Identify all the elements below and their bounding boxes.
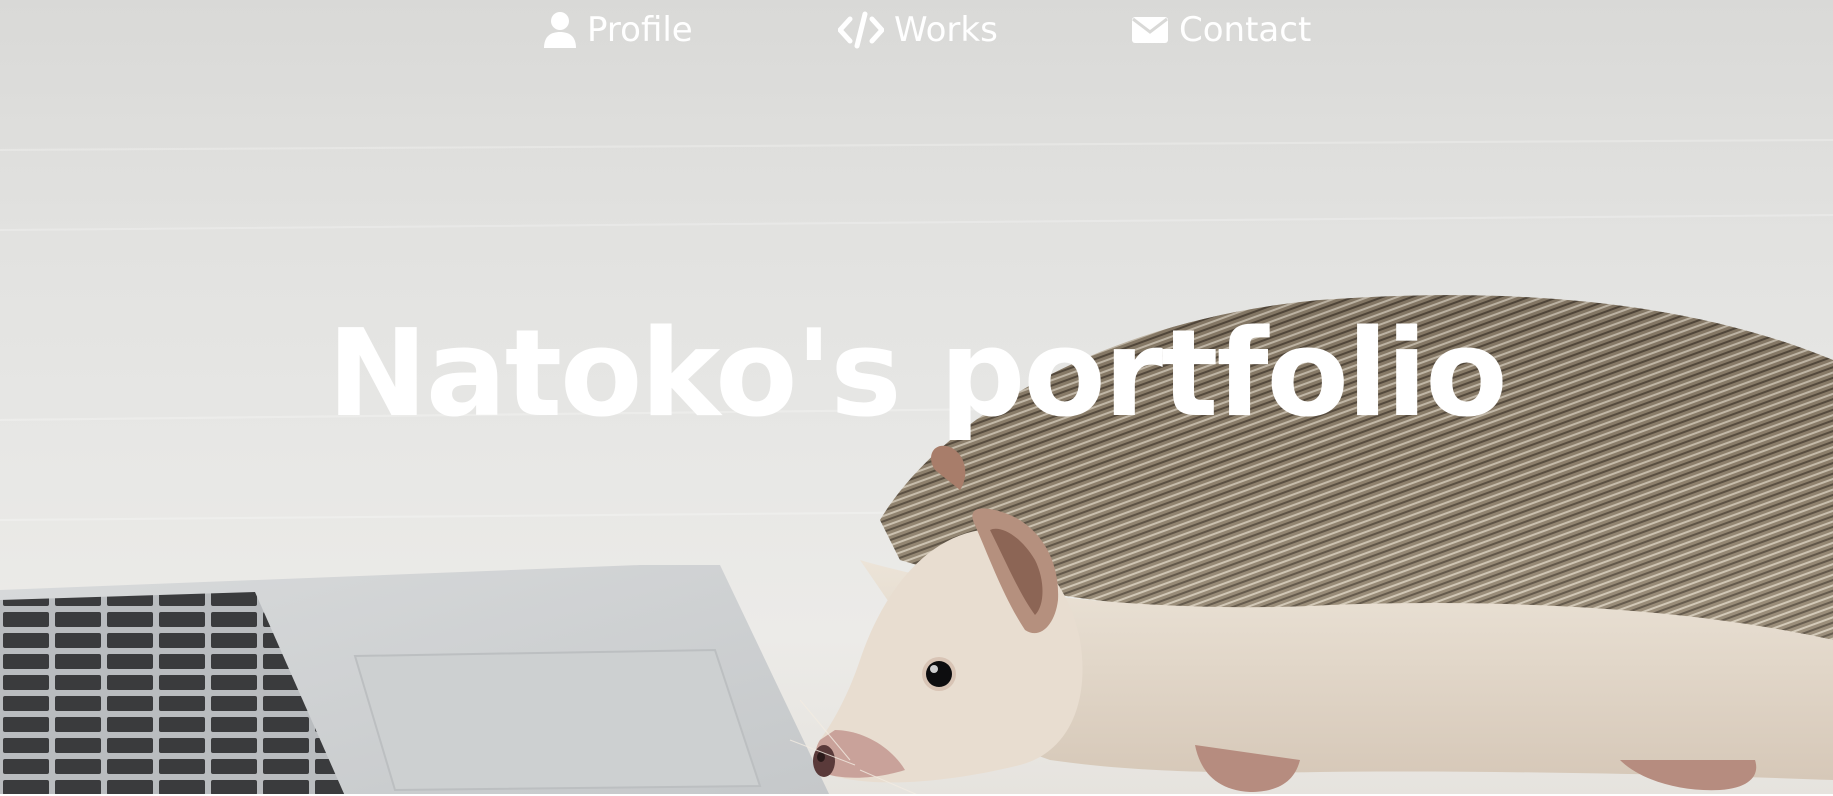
nav-works-label: Works xyxy=(894,10,998,50)
hero-section: Profile Works Contact Natoko's portfolio xyxy=(0,0,1833,796)
user-icon xyxy=(543,11,577,49)
nav-works-link[interactable]: Works xyxy=(838,8,998,52)
nav-contact-link[interactable]: Contact xyxy=(1131,8,1311,52)
code-icon xyxy=(838,11,884,49)
hero-title: Natoko's portfolio xyxy=(327,305,1507,444)
nav-profile-label: Profile xyxy=(587,10,693,50)
nav-profile-link[interactable]: Profile xyxy=(543,8,693,52)
nav-contact-label: Contact xyxy=(1179,10,1312,50)
top-nav: Profile Works Contact xyxy=(0,0,1833,62)
envelope-icon xyxy=(1131,15,1169,45)
